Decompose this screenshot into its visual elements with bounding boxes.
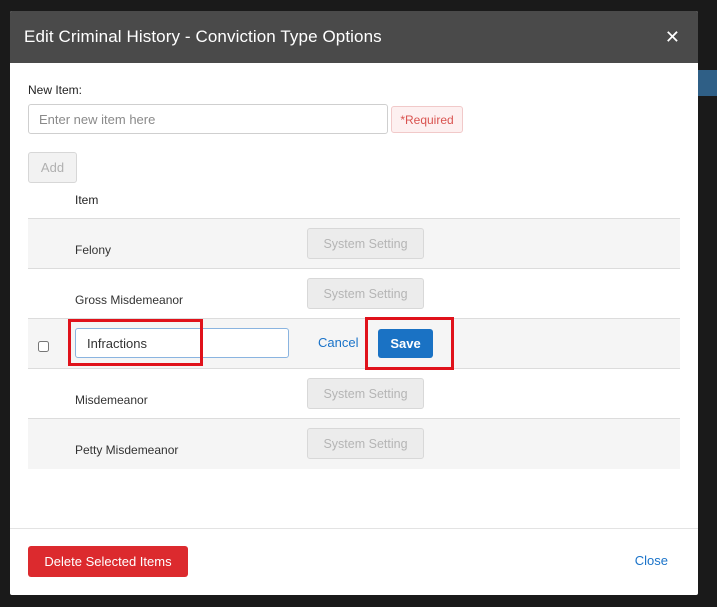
table-row: Gross Misdemeanor System Setting [28, 269, 680, 319]
item-name: Felony [75, 243, 112, 257]
modal-title: Edit Criminal History - Conviction Type … [24, 27, 382, 46]
edit-options-modal: Edit Criminal History - Conviction Type … [10, 11, 698, 595]
table-header: Item [28, 187, 680, 219]
item-name: Misdemeanor [75, 393, 148, 407]
table-row: Petty Misdemeanor System Setting [28, 419, 680, 469]
modal-footer: Delete Selected Items Close [10, 528, 698, 595]
item-name: Gross Misdemeanor [75, 293, 184, 307]
system-setting-button: System Setting [307, 228, 424, 259]
add-button[interactable]: Add [28, 152, 77, 183]
system-setting-button: System Setting [307, 378, 424, 409]
options-table: Item Felony System Setting Gross Misdeme… [28, 187, 680, 469]
modal-header: Edit Criminal History - Conviction Type … [10, 11, 698, 63]
close-link[interactable]: Close [635, 553, 668, 568]
new-item-label: New Item: [28, 83, 83, 97]
table-row-editing: Cancel Save [28, 317, 680, 370]
cancel-edit-link[interactable]: Cancel [318, 335, 358, 350]
system-setting-button: System Setting [307, 278, 424, 309]
close-icon[interactable]: ✕ [665, 28, 680, 46]
system-setting-button: System Setting [307, 428, 424, 459]
required-badge: *Required [391, 106, 463, 133]
table-row: Misdemeanor System Setting [28, 369, 680, 419]
delete-selected-button[interactable]: Delete Selected Items [28, 546, 188, 577]
table-row: Felony System Setting [28, 219, 680, 269]
background-page-strip [698, 70, 717, 96]
save-button[interactable]: Save [378, 329, 433, 358]
column-header-item: Item [75, 193, 99, 207]
row-select-checkbox[interactable] [38, 341, 49, 352]
item-name: Petty Misdemeanor [75, 443, 179, 457]
new-item-input[interactable] [28, 104, 388, 134]
modal-body: New Item: *Required Add Item Felony Syst… [10, 63, 698, 528]
edit-item-input[interactable] [75, 328, 289, 358]
